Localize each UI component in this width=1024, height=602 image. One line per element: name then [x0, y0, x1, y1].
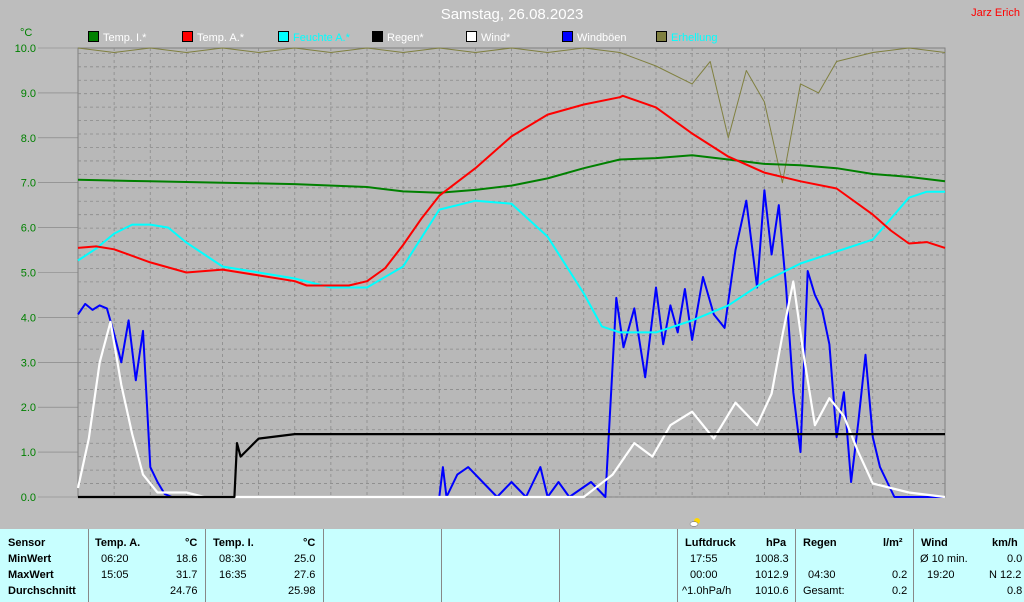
temp-a-max-value: 31.7: [176, 569, 198, 581]
wind-avg-value: 0.0: [1007, 553, 1023, 565]
wind-max-time: 19:20: [927, 569, 955, 581]
y-tick-label: 3.0: [21, 357, 36, 369]
temp-a-min-value: 18.6: [176, 553, 198, 565]
regen-max-value: 0.2: [892, 569, 908, 581]
y-tick-label: 10.0: [15, 43, 36, 55]
y-tick-label: 7.0: [21, 178, 36, 190]
stats-unit-temp-i: °C: [303, 537, 316, 549]
regen-total-label: Gesamt:: [803, 585, 845, 597]
stats-row-label-avg: Durchschnitt: [8, 585, 76, 597]
y-tick-label: 6.0: [21, 223, 36, 235]
column-divider: [913, 529, 914, 602]
stats-header-regen: Regen: [803, 537, 837, 549]
y-tick-label: 4.0: [21, 312, 36, 324]
stats-unit-wind: km/h: [992, 537, 1018, 549]
temp-a-min-time: 06:20: [101, 553, 129, 565]
temp-i-max-time: 16:35: [219, 569, 247, 581]
wind-mean-value: 0.8: [1007, 585, 1023, 597]
stats-header-temp-i: Temp. I.: [213, 537, 254, 549]
regen-max-time: 04:30: [808, 569, 836, 581]
temp-i-max-value: 27.6: [294, 569, 316, 581]
stats-panel: Sensor MinWert MaxWert Durchschnitt Temp…: [0, 529, 1024, 602]
column-divider: [559, 529, 560, 602]
wind-avg-label: Ø 10 min.: [920, 553, 968, 565]
column-divider: [88, 529, 89, 602]
stats-unit-regen: l/m²: [883, 537, 903, 549]
stats-header-luftdruck: Luftdruck: [685, 537, 736, 549]
stats-header-temp-a: Temp. A.: [95, 537, 141, 549]
column-divider: [677, 529, 678, 602]
luftdruck-max-time: 00:00: [690, 569, 718, 581]
y-tick-label: 1.0: [21, 447, 36, 459]
stats-unit-luftdruck: hPa: [766, 537, 787, 549]
stats-header-sensor: Sensor: [8, 537, 46, 549]
column-divider: [323, 529, 324, 602]
luftdruck-trend-value: 1010.6: [755, 585, 789, 597]
luftdruck-min-time: 17:55: [690, 553, 718, 565]
y-tick-label: 0.0: [21, 492, 36, 504]
sun-cloud-icon: [689, 518, 700, 527]
temp-a-avg-value: 24.76: [170, 585, 198, 597]
y-tick-label: 8.0: [21, 133, 36, 145]
y-tick-label: 2.0: [21, 402, 36, 414]
temp-i-min-time: 08:30: [219, 553, 247, 565]
temp-i-avg-value: 25.98: [288, 585, 316, 597]
column-divider: [441, 529, 442, 602]
stats-unit-temp-a: °C: [185, 537, 198, 549]
weather-chart: 0.0 1.0 2.0 3.0 4.0 5.0 6.0 7.0 8.0 9.0 10.0: [15, 43, 946, 504]
temp-i-min-value: 25.0: [294, 553, 316, 565]
stats-row-label-min: MinWert: [8, 553, 52, 565]
column-divider: [205, 529, 206, 602]
stats-header-wind: Wind: [921, 537, 948, 549]
stats-row-label-max: MaxWert: [8, 569, 54, 581]
column-divider: [795, 529, 796, 602]
wind-max-value: N 12.2: [989, 569, 1022, 581]
luftdruck-min-value: 1008.3: [755, 553, 789, 565]
luftdruck-trend-label: ^1.0hPa/h: [682, 585, 732, 597]
y-tick-label: 9.0: [21, 88, 36, 100]
temp-a-max-time: 15:05: [101, 569, 129, 581]
regen-total-value: 0.2: [892, 585, 908, 597]
luftdruck-max-value: 1012.9: [755, 569, 789, 581]
y-tick-label: 5.0: [21, 268, 36, 280]
